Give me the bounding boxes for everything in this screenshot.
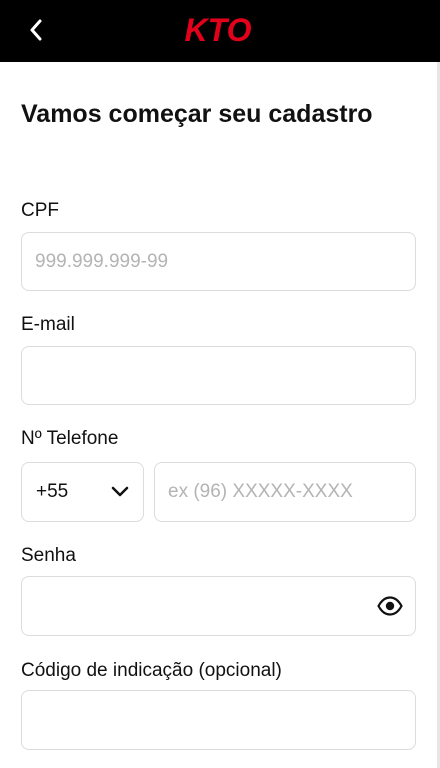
phone-field-container <box>154 462 416 522</box>
password-label: Senha <box>21 545 76 566</box>
chevron-left-icon <box>30 19 42 41</box>
back-button[interactable] <box>22 16 50 44</box>
chevron-down-icon <box>111 486 129 497</box>
country-code-select[interactable]: +55 <box>21 462 144 522</box>
page-title: Vamos começar seu cadastro <box>21 100 373 128</box>
country-code-value: +55 <box>36 481 69 502</box>
cpf-field-container <box>21 232 416 291</box>
referral-label: Código de indicação (opcional) <box>21 660 282 681</box>
referral-field-container <box>21 690 416 750</box>
phone-input[interactable] <box>155 463 415 521</box>
password-input[interactable] <box>22 577 415 635</box>
phone-label: Nº Telefone <box>21 428 119 449</box>
password-field-container <box>21 576 416 636</box>
email-field-container <box>21 346 416 405</box>
email-input[interactable] <box>22 347 415 404</box>
email-label: E-mail <box>21 314 75 335</box>
cpf-input[interactable] <box>22 233 415 290</box>
referral-input[interactable] <box>22 691 415 749</box>
svg-text:KTO: KTO <box>185 14 252 44</box>
top-bar: KTO <box>0 0 440 62</box>
cpf-label: CPF <box>21 200 59 221</box>
kto-logo: KTO <box>185 14 252 44</box>
eye-icon[interactable] <box>377 593 403 619</box>
